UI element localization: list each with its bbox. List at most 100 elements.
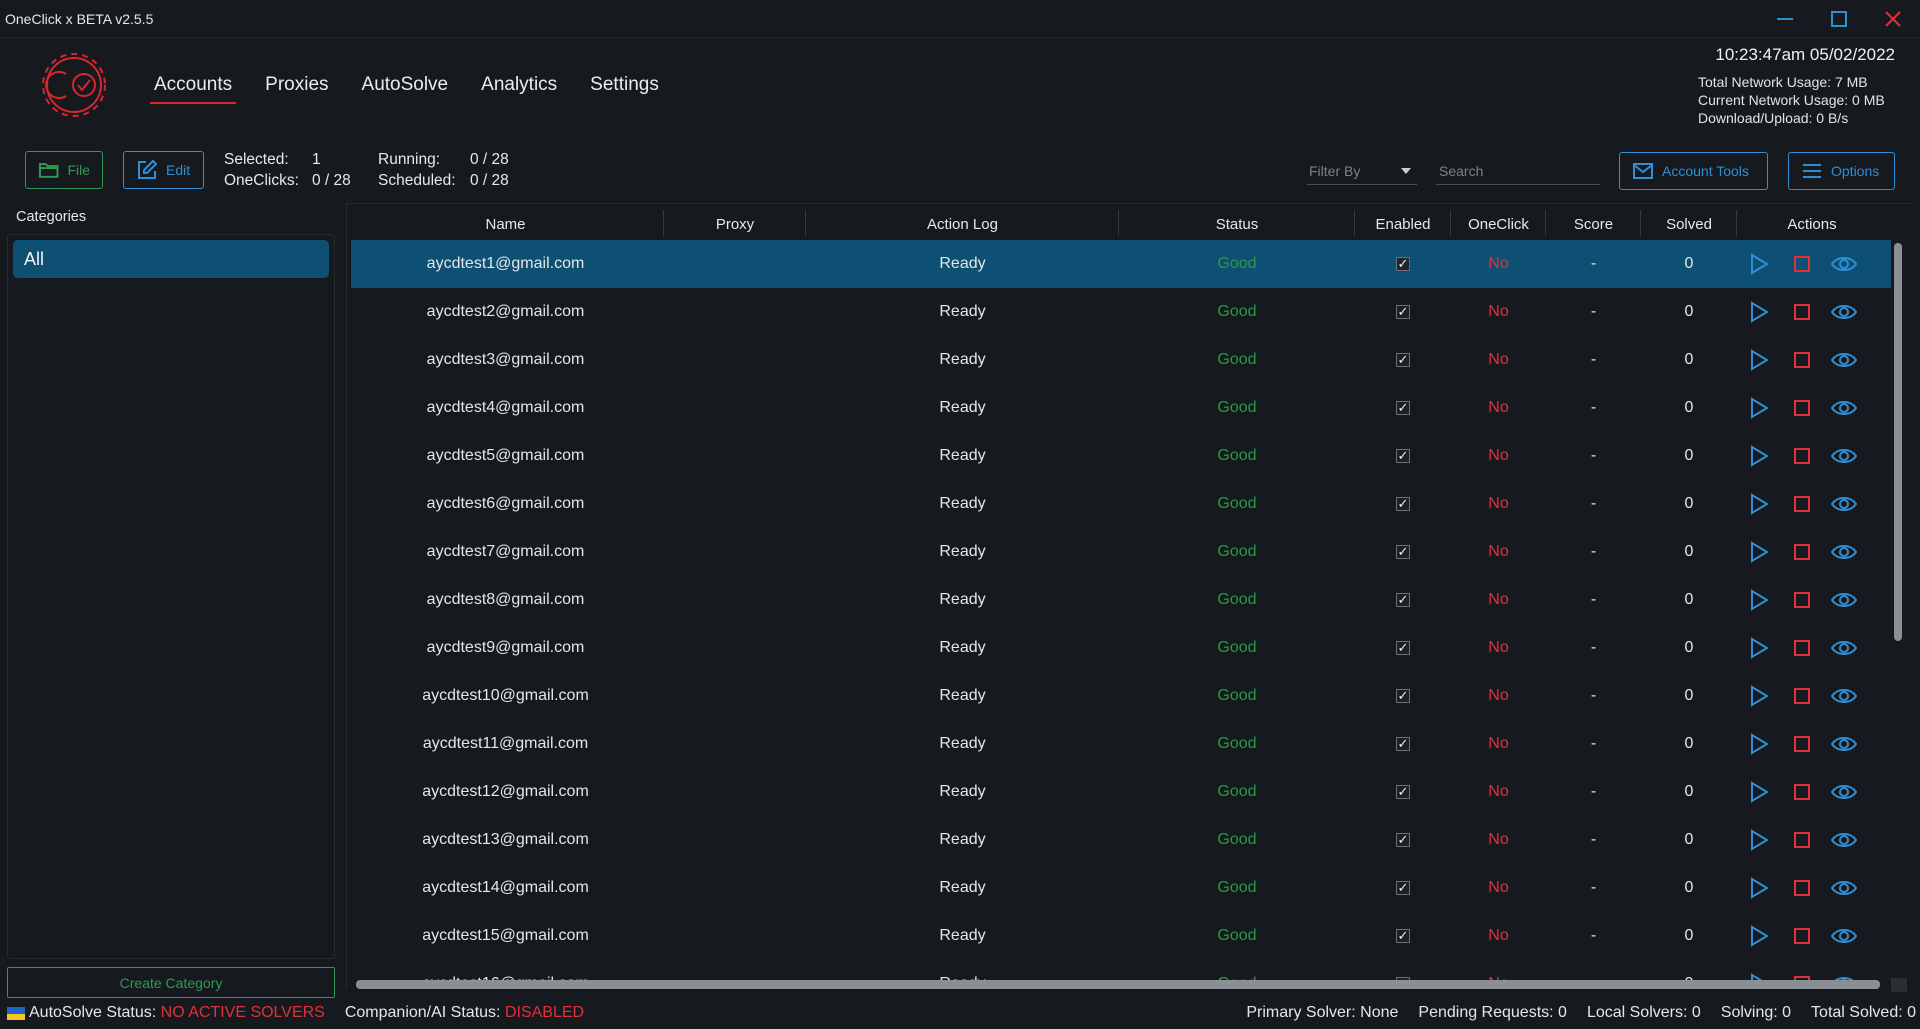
table-row[interactable]: aycdtest3@gmail.com Ready Good ✓ No - 0: [351, 336, 1891, 384]
stop-button[interactable]: [1787, 816, 1817, 864]
table-row[interactable]: aycdtest11@gmail.com Ready Good ✓ No - 0: [351, 720, 1891, 768]
enabled-checkbox[interactable]: ✓: [1396, 881, 1410, 895]
play-button[interactable]: [1744, 816, 1774, 864]
table-row[interactable]: aycdtest9@gmail.com Ready Good ✓ No - 0: [351, 624, 1891, 672]
play-button[interactable]: [1744, 528, 1774, 576]
horizontal-scrollbar[interactable]: [356, 980, 1880, 989]
nav-autosolve[interactable]: AutoSolve: [358, 72, 453, 104]
view-button[interactable]: [1829, 240, 1859, 288]
view-button[interactable]: [1829, 816, 1859, 864]
search-input[interactable]: [1436, 157, 1600, 185]
view-button[interactable]: [1829, 288, 1859, 336]
table-row[interactable]: aycdtest5@gmail.com Ready Good ✓ No - 0: [351, 432, 1891, 480]
maximize-button[interactable]: [1812, 0, 1866, 38]
enabled-checkbox[interactable]: ✓: [1396, 497, 1410, 511]
enabled-checkbox[interactable]: ✓: [1396, 449, 1410, 463]
stop-button[interactable]: [1787, 864, 1817, 912]
table-row[interactable]: aycdtest15@gmail.com Ready Good ✓ No - 0: [351, 912, 1891, 960]
enabled-checkbox[interactable]: ✓: [1396, 353, 1410, 367]
play-button[interactable]: [1744, 672, 1774, 720]
table-row[interactable]: aycdtest13@gmail.com Ready Good ✓ No - 0: [351, 816, 1891, 864]
stop-button[interactable]: [1787, 720, 1817, 768]
column-header-oneclick[interactable]: OneClick: [1451, 204, 1546, 244]
view-button[interactable]: [1829, 768, 1859, 816]
play-button[interactable]: [1744, 720, 1774, 768]
enabled-checkbox[interactable]: ✓: [1396, 929, 1410, 943]
table-row[interactable]: aycdtest7@gmail.com Ready Good ✓ No - 0: [351, 528, 1891, 576]
category-all[interactable]: All: [13, 240, 329, 278]
nav-proxies[interactable]: Proxies: [261, 72, 332, 104]
view-button[interactable]: [1829, 576, 1859, 624]
stop-button[interactable]: [1787, 288, 1817, 336]
column-header-status[interactable]: Status: [1119, 204, 1355, 244]
view-button[interactable]: [1829, 624, 1859, 672]
play-button[interactable]: [1744, 864, 1774, 912]
enabled-checkbox[interactable]: ✓: [1396, 401, 1410, 415]
table-row[interactable]: aycdtest4@gmail.com Ready Good ✓ No - 0: [351, 384, 1891, 432]
nav-settings[interactable]: Settings: [586, 72, 663, 104]
enabled-checkbox[interactable]: ✓: [1396, 785, 1410, 799]
view-button[interactable]: [1829, 432, 1859, 480]
nav-analytics[interactable]: Analytics: [477, 72, 561, 104]
enabled-checkbox[interactable]: ✓: [1396, 257, 1410, 271]
stop-button[interactable]: [1787, 768, 1817, 816]
edit-button[interactable]: Edit: [123, 151, 204, 189]
minimize-button[interactable]: [1758, 0, 1812, 38]
view-button[interactable]: [1829, 720, 1859, 768]
enabled-checkbox[interactable]: ✓: [1396, 641, 1410, 655]
vertical-scrollbar[interactable]: [1894, 243, 1902, 641]
stop-button[interactable]: [1787, 240, 1817, 288]
stop-button[interactable]: [1787, 528, 1817, 576]
stop-button[interactable]: [1787, 912, 1817, 960]
view-button[interactable]: [1829, 384, 1859, 432]
enabled-checkbox[interactable]: ✓: [1396, 737, 1410, 751]
stop-button[interactable]: [1787, 624, 1817, 672]
view-button[interactable]: [1829, 672, 1859, 720]
nav-accounts[interactable]: Accounts: [150, 72, 237, 104]
column-header-score[interactable]: Score: [1546, 204, 1641, 244]
table-row[interactable]: aycdtest12@gmail.com Ready Good ✓ No - 0: [351, 768, 1891, 816]
close-button[interactable]: [1866, 0, 1920, 38]
view-button[interactable]: [1829, 528, 1859, 576]
filter-dropdown[interactable]: Filter By: [1307, 157, 1417, 185]
table-row[interactable]: aycdtest8@gmail.com Ready Good ✓ No - 0: [351, 576, 1891, 624]
view-button[interactable]: [1829, 336, 1859, 384]
stop-button[interactable]: [1787, 480, 1817, 528]
stop-button[interactable]: [1787, 336, 1817, 384]
play-button[interactable]: [1744, 480, 1774, 528]
view-button[interactable]: [1829, 864, 1859, 912]
enabled-checkbox[interactable]: ✓: [1396, 689, 1410, 703]
create-category-button[interactable]: Create Category: [7, 967, 335, 998]
stop-button[interactable]: [1787, 672, 1817, 720]
view-button[interactable]: [1829, 480, 1859, 528]
play-button[interactable]: [1744, 432, 1774, 480]
column-header-enabled[interactable]: Enabled: [1355, 204, 1451, 244]
column-header-action-log[interactable]: Action Log: [806, 204, 1119, 244]
table-row[interactable]: aycdtest10@gmail.com Ready Good ✓ No - 0: [351, 672, 1891, 720]
table-row[interactable]: aycdtest6@gmail.com Ready Good ✓ No - 0: [351, 480, 1891, 528]
play-button[interactable]: [1744, 288, 1774, 336]
play-button[interactable]: [1744, 336, 1774, 384]
enabled-checkbox[interactable]: ✓: [1396, 305, 1410, 319]
table-row[interactable]: aycdtest2@gmail.com Ready Good ✓ No - 0: [351, 288, 1891, 336]
play-button[interactable]: [1744, 768, 1774, 816]
table-row[interactable]: aycdtest1@gmail.com Ready Good ✓ No - 0: [351, 240, 1891, 288]
column-header-proxy[interactable]: Proxy: [664, 204, 806, 244]
file-button[interactable]: File: [25, 151, 103, 189]
column-header-name[interactable]: Name: [347, 204, 664, 244]
enabled-checkbox[interactable]: ✓: [1396, 593, 1410, 607]
play-button[interactable]: [1744, 912, 1774, 960]
stop-button[interactable]: [1787, 384, 1817, 432]
play-button[interactable]: [1744, 624, 1774, 672]
options-button[interactable]: Options: [1788, 152, 1895, 190]
column-header-solved[interactable]: Solved: [1641, 204, 1737, 244]
play-button[interactable]: [1744, 240, 1774, 288]
stop-button[interactable]: [1787, 432, 1817, 480]
view-button[interactable]: [1829, 912, 1859, 960]
enabled-checkbox[interactable]: ✓: [1396, 545, 1410, 559]
play-button[interactable]: [1744, 576, 1774, 624]
table-row[interactable]: aycdtest14@gmail.com Ready Good ✓ No - 0: [351, 864, 1891, 912]
play-button[interactable]: [1744, 384, 1774, 432]
enabled-checkbox[interactable]: ✓: [1396, 833, 1410, 847]
account-tools-button[interactable]: Account Tools: [1619, 152, 1768, 190]
